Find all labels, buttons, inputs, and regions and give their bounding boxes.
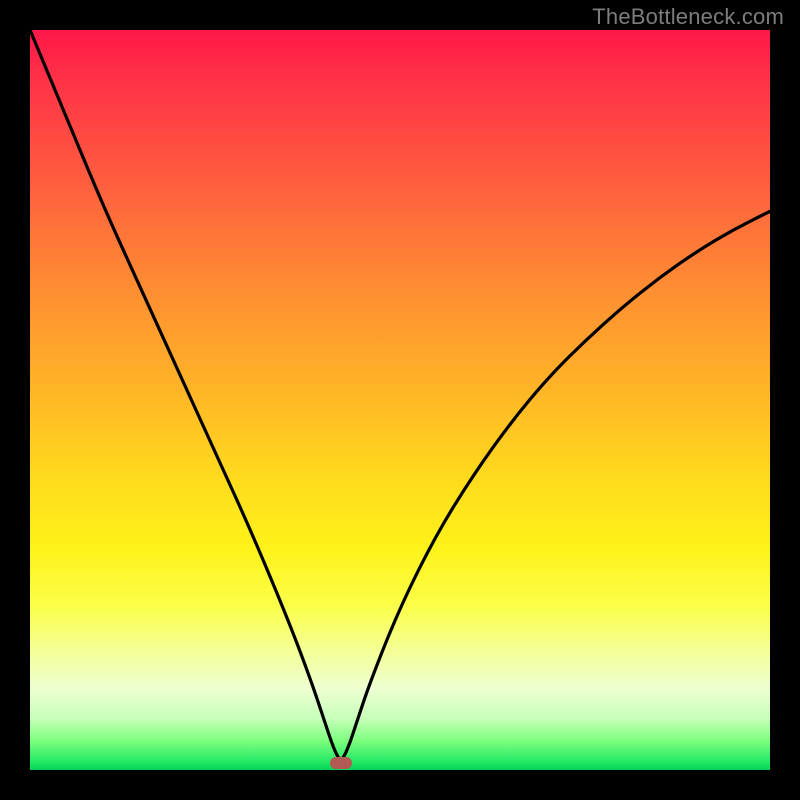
chart-frame: TheBottleneck.com bbox=[0, 0, 800, 800]
optimum-marker bbox=[330, 757, 352, 769]
plot-area bbox=[30, 30, 770, 770]
curve-svg bbox=[30, 30, 770, 770]
watermark-text: TheBottleneck.com bbox=[592, 4, 784, 30]
bottleneck-curve bbox=[30, 30, 770, 759]
